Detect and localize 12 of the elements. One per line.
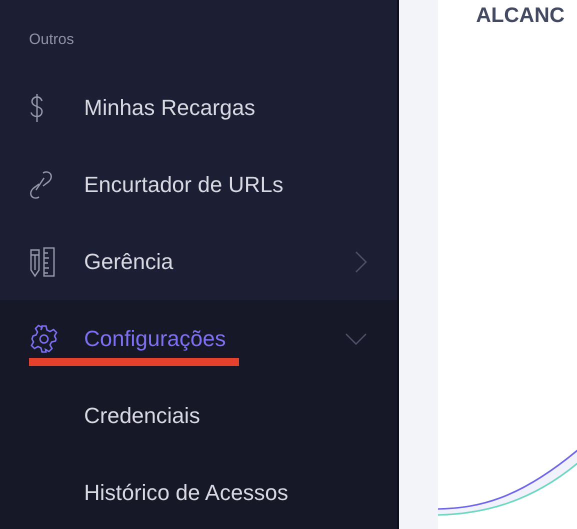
link-icon (29, 170, 53, 200)
menu-item[interactable]: Configurações (0, 300, 397, 377)
menu-item[interactable]: Encurtador de URLs (0, 146, 397, 223)
card-title: ALCANC (475, 3, 565, 28)
menu-item[interactable]: Minhas Recargas (0, 69, 397, 146)
submenu-item[interactable]: Credenciais (84, 402, 200, 428)
dollar-icon (29, 92, 45, 122)
section-label: Outros (29, 31, 74, 49)
pencil-ruler-icon (29, 246, 57, 278)
submenu-item[interactable]: Histórico de Acessos (84, 480, 288, 506)
menu-item[interactable]: Gerência (0, 223, 397, 300)
gear-icon (29, 324, 59, 354)
